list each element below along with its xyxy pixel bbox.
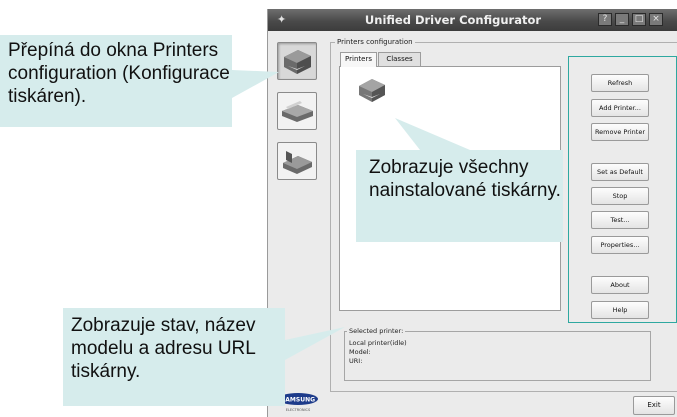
printers-config-pointer (232, 70, 279, 98)
printer-status-callout: Zobrazuje stav, název modelu a adresu UR… (63, 308, 285, 406)
tab-printers[interactable]: Printers (340, 52, 377, 67)
installed-printers-pointer (395, 118, 470, 150)
installed-printers-callout: Zobrazuje všechny nainstalované tiskárny… (356, 150, 563, 242)
printers-config-callout: Přepíná do okna Printers configuration (… (0, 35, 232, 127)
printer-status-pointer (285, 327, 345, 360)
